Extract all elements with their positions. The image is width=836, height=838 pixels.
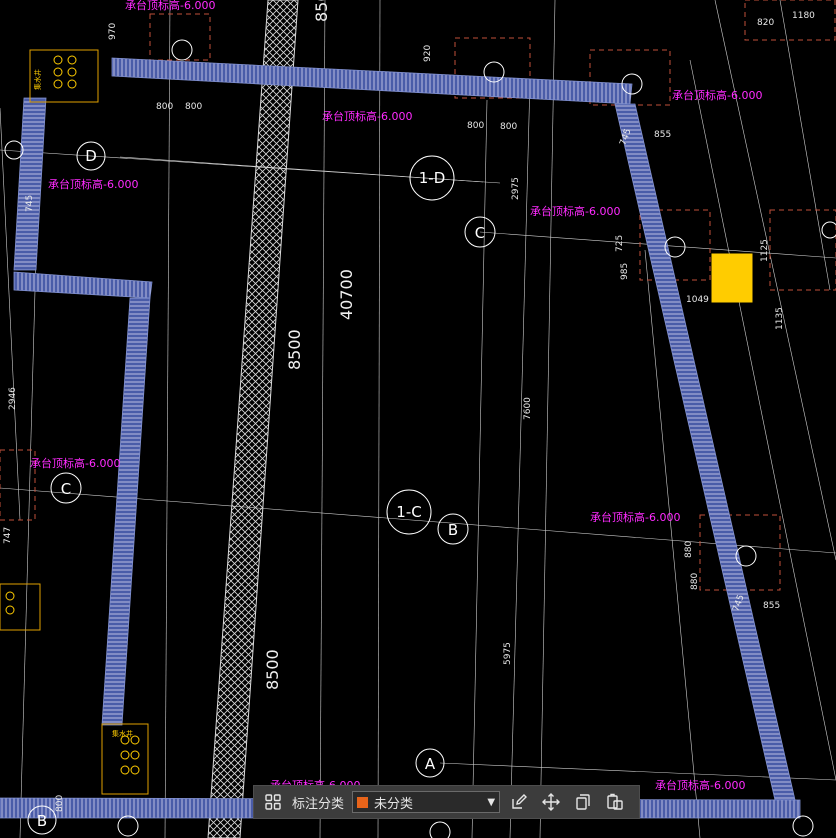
category-color-swatch [357, 796, 369, 808]
svg-text:8500: 8500 [312, 0, 331, 22]
retaining-walls [0, 57, 801, 819]
annotation-category-select[interactable]: 未分类 ▼ [352, 791, 501, 813]
svg-text:B: B [448, 521, 458, 539]
svg-text:1135: 1135 [775, 307, 785, 330]
chevron-down-icon: ▼ [487, 796, 496, 808]
annotation-toolbar: 标注分类 未分类 ▼ [253, 785, 640, 819]
svg-text:800: 800 [55, 795, 65, 812]
category-select-value: 未分类 [374, 796, 414, 812]
svg-text:5975: 5975 [503, 642, 513, 665]
svg-text:970: 970 [108, 23, 118, 40]
svg-text:1180: 1180 [792, 11, 815, 21]
svg-text:2975: 2975 [511, 177, 521, 200]
svg-text:承台顶标高-6.000: 承台顶标高-6.000 [672, 88, 762, 102]
hatched-band [207, 0, 299, 838]
svg-text:承台顶标高-6.000: 承台顶标高-6.000 [655, 778, 745, 792]
svg-text:7600: 7600 [523, 397, 533, 420]
svg-text:725: 725 [615, 235, 625, 252]
annotation-category-label: 标注分类 [292, 796, 345, 812]
svg-text:D: D [85, 147, 97, 165]
svg-text:855: 855 [654, 130, 671, 140]
copy-icon[interactable] [570, 789, 596, 815]
paste-icon[interactable] [602, 789, 628, 815]
svg-text:1-C: 1-C [396, 503, 421, 521]
svg-text:承台顶标高-6.000: 承台顶标高-6.000 [530, 204, 620, 218]
svg-text:747: 747 [3, 527, 13, 544]
edit-icon[interactable] [506, 789, 532, 815]
svg-text:40700: 40700 [337, 269, 356, 320]
svg-text:800: 800 [467, 121, 484, 131]
svg-text:880: 880 [690, 573, 700, 590]
cad-canvas[interactable]: 承台顶标高-6.000 承台顶标高-6.000 承台顶标高-6.000 承台顶标… [0, 0, 836, 838]
svg-text:承台顶标高-6.000: 承台顶标高-6.000 [48, 177, 138, 191]
svg-text:C: C [475, 224, 485, 242]
svg-text:855: 855 [763, 601, 780, 611]
svg-text:集水井: 集水井 [33, 69, 42, 90]
grid-icon[interactable] [260, 789, 286, 815]
svg-text:1-D: 1-D [419, 169, 446, 187]
svg-text:集水井: 集水井 [112, 729, 133, 738]
svg-text:2946: 2946 [8, 387, 18, 410]
svg-text:800: 800 [500, 122, 517, 132]
svg-text:8500: 8500 [285, 329, 304, 370]
svg-text:C: C [61, 480, 71, 498]
svg-text:承台顶标高-6.000: 承台顶标高-6.000 [125, 0, 215, 12]
svg-text:B: B [37, 812, 47, 830]
svg-text:承台顶标高-6.000: 承台顶标高-6.000 [30, 456, 120, 470]
svg-text:820: 820 [757, 18, 774, 28]
move-icon[interactable] [538, 789, 564, 815]
svg-text:800: 800 [185, 102, 202, 112]
svg-text:985: 985 [620, 263, 630, 280]
svg-text:承台顶标高-6.000: 承台顶标高-6.000 [322, 109, 412, 123]
svg-text:1125: 1125 [760, 239, 770, 262]
svg-text:8500: 8500 [263, 649, 282, 690]
svg-text:集水井: 集水井 [718, 257, 739, 266]
svg-text:A: A [425, 755, 436, 773]
svg-text:920: 920 [423, 45, 433, 62]
svg-text:745: 745 [25, 195, 35, 212]
svg-text:800: 800 [156, 102, 173, 112]
svg-text:承台顶标高-6.000: 承台顶标高-6.000 [590, 510, 680, 524]
svg-text:880: 880 [684, 541, 694, 558]
svg-text:1049: 1049 [686, 295, 709, 305]
